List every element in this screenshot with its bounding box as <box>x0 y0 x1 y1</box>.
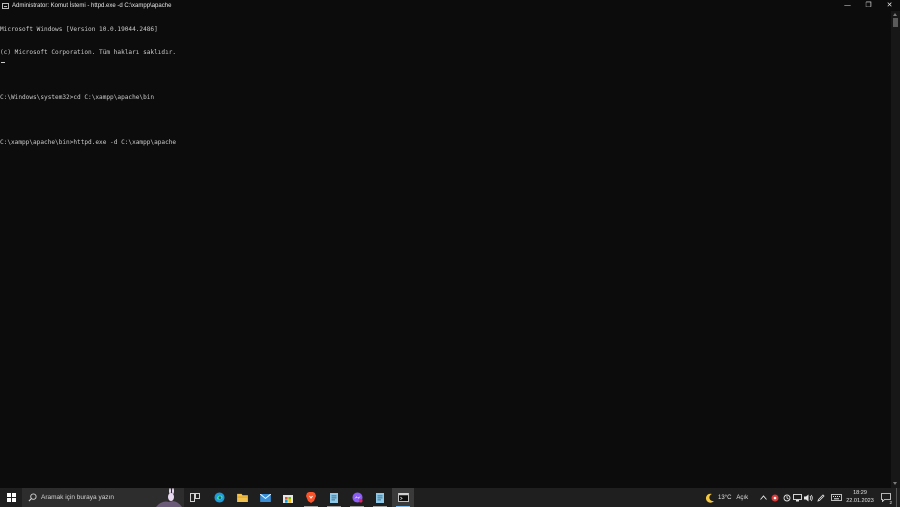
scroll-down-arrow-icon[interactable] <box>893 482 897 485</box>
speaker-icon <box>804 494 813 501</box>
scroll-up-arrow-icon[interactable] <box>893 13 897 16</box>
scroll-thumb[interactable] <box>893 18 898 27</box>
title-bar: Administrator: Komut İstemi - httpd.exe … <box>0 0 900 11</box>
close-button[interactable]: ✕ <box>879 0 900 11</box>
console-line: Microsoft Windows [Version 10.0.19044.24… <box>0 26 158 33</box>
weather-widget[interactable]: 13°C Açık <box>705 488 755 507</box>
brave-icon <box>306 492 316 503</box>
clock[interactable]: 18:29 22.01.2023 <box>843 490 877 505</box>
taskbar-app-mail[interactable] <box>255 488 275 507</box>
notepad-icon <box>330 493 338 503</box>
tray-sync-button[interactable] <box>781 488 792 507</box>
taskbar-app-file-explorer[interactable] <box>232 488 252 507</box>
taskbar: Aramak için buraya yazın 13°C Açık 18:29… <box>0 488 900 507</box>
taskbar-app-messenger[interactable] <box>347 488 367 507</box>
clock-date: 22.01.2023 <box>846 497 874 504</box>
start-button[interactable] <box>0 488 22 507</box>
text-cursor <box>1 62 5 63</box>
messenger-icon <box>351 492 363 503</box>
console-line: (c) Microsoft Corporation. Tüm hakları s… <box>0 48 177 56</box>
search-box[interactable]: Aramak için buraya yazın <box>22 488 184 507</box>
mail-icon <box>259 493 271 502</box>
network-icon <box>793 493 802 501</box>
edge-icon <box>213 492 225 503</box>
show-hidden-icons-button[interactable] <box>758 488 768 507</box>
weather-description: Açık <box>736 494 749 501</box>
taskbar-app-brave[interactable] <box>301 488 321 507</box>
keyboard-icon <box>830 494 842 501</box>
task-view-icon <box>190 493 200 502</box>
touch-keyboard-button[interactable] <box>829 488 843 507</box>
tray-app-icon <box>771 494 778 501</box>
window-title: Administrator: Komut İstemi - httpd.exe … <box>12 2 172 9</box>
taskbar-app-store[interactable] <box>278 488 298 507</box>
cmd-window-icon <box>2 2 9 9</box>
crescent-moon-icon <box>705 493 714 503</box>
windows-logo-icon <box>6 493 16 502</box>
folder-icon <box>236 493 248 502</box>
notification-count-badge: 2 <box>889 500 892 505</box>
taskbar-app-notepad-2[interactable] <box>370 488 390 507</box>
pen-workspace-button[interactable] <box>815 488 827 507</box>
vertical-scrollbar[interactable] <box>891 11 900 488</box>
window-controls: — ❐ ✕ <box>837 0 900 11</box>
terminal-icon <box>397 493 409 502</box>
network-button[interactable] <box>792 488 803 507</box>
search-placeholder: Aramak için buraya yazın <box>41 494 114 501</box>
search-icon <box>28 493 37 502</box>
weather-temperature: 13°C <box>718 494 732 501</box>
pen-icon <box>817 493 825 502</box>
chevron-up-icon <box>759 495 767 500</box>
restore-button[interactable]: ❐ <box>858 0 879 11</box>
clock-time: 18:29 <box>853 490 867 496</box>
volume-button[interactable] <box>803 488 814 507</box>
notification-center-button[interactable]: 2 <box>878 488 894 507</box>
taskbar-app-command-prompt[interactable] <box>392 488 414 507</box>
minimize-button[interactable]: — <box>837 0 858 11</box>
taskbar-app-edge[interactable] <box>209 488 229 507</box>
task-view-button[interactable] <box>186 488 204 507</box>
search-highlight-illustration-icon <box>156 488 182 507</box>
console-line: C:\Windows\system32>cd C:\xampp\apache\b… <box>0 93 155 101</box>
show-desktop-button[interactable] <box>896 488 900 507</box>
console-line: C:\xampp\apache\bin>httpd.exe -d C:\xamp… <box>0 138 177 146</box>
sync-icon <box>783 494 790 501</box>
store-icon <box>283 494 293 503</box>
console-output[interactable]: Microsoft Windows [Version 10.0.19044.24… <box>0 11 891 488</box>
tray-app-button[interactable] <box>769 488 780 507</box>
taskbar-app-notepad[interactable] <box>324 488 344 507</box>
notepad-icon <box>376 493 384 503</box>
